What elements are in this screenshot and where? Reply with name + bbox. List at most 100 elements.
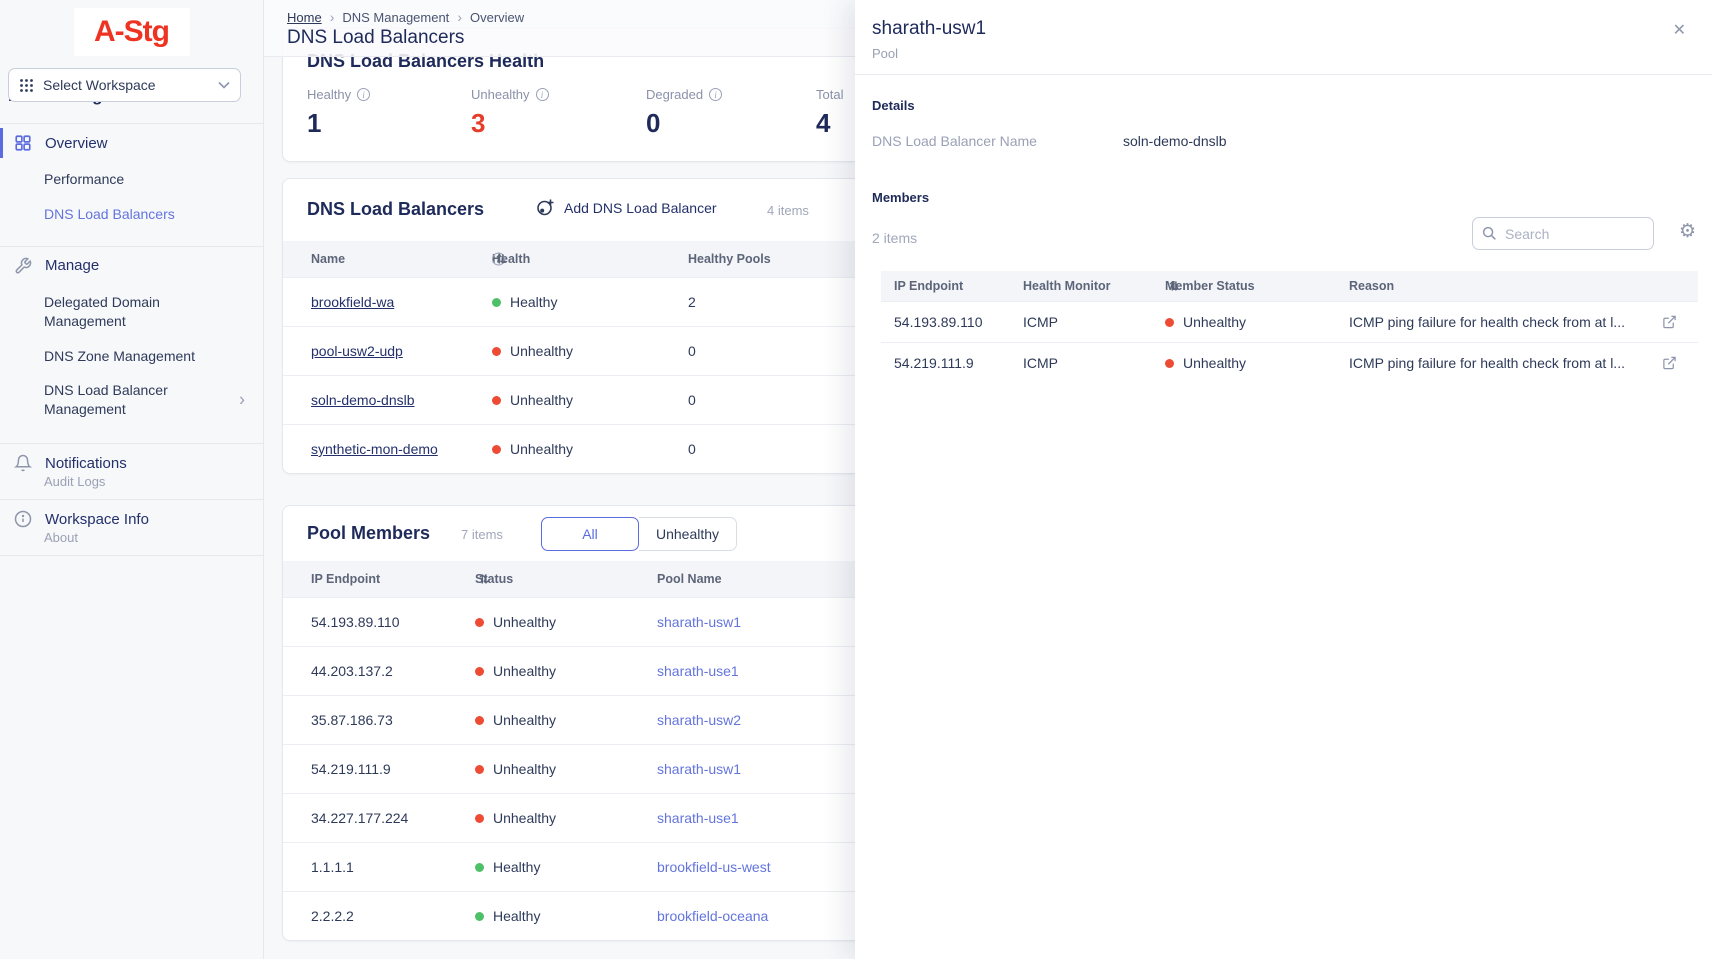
status-cell: Unhealthy: [1165, 355, 1246, 371]
status-dot: [475, 765, 484, 774]
sidebar: A-Stg Select Workspace DNS Management: [0, 0, 264, 959]
pool-detail-drawer: sharath-usw1 Pool ✕ Details DNS Load Bal…: [855, 0, 1712, 959]
breadcrumb-page[interactable]: Overview: [470, 10, 524, 25]
pool-name-link[interactable]: sharath-usw1: [657, 761, 741, 777]
sidebar-item-manage[interactable]: Manage: [0, 247, 263, 285]
sidebar-item-workspace-info-label: Workspace Info: [45, 511, 149, 528]
status-dot: [492, 445, 501, 454]
healthy-pools-value: 2: [688, 294, 696, 310]
status-dot: [492, 347, 501, 356]
details-heading: Details: [872, 98, 915, 113]
divider: [0, 555, 263, 556]
healthy-pools-value: 0: [688, 441, 696, 457]
status-cell: Unhealthy: [475, 663, 556, 679]
ip-endpoint: 1.1.1.1: [311, 859, 354, 875]
sidebar-item-lb-management[interactable]: DNS Load Balancer Management: [0, 373, 210, 427]
bell-icon: [14, 454, 32, 472]
members-search[interactable]: [1472, 217, 1654, 250]
lb-name-link[interactable]: pool-usw2-udp: [311, 343, 403, 359]
healthy-pools-value: 0: [688, 343, 696, 359]
wrench-icon: [14, 257, 32, 275]
ip-endpoint: 44.203.137.2: [311, 663, 393, 679]
lb-name-link[interactable]: soln-demo-dnslb: [311, 392, 415, 408]
lb-items-count: 4 items: [767, 203, 809, 218]
sidebar-item-delegated-domain[interactable]: Delegated Domain Management: [0, 285, 210, 339]
app-logo-text: A-Stg: [94, 15, 169, 49]
reason-text: ICMP ping failure for health check from …: [1349, 355, 1625, 371]
health-label: Unhealthy: [510, 343, 573, 359]
sidebar-item-dns-zone[interactable]: DNS Zone Management: [0, 339, 263, 374]
sidebar-item-manage-label: Manage: [45, 257, 99, 274]
close-icon[interactable]: ✕: [1673, 20, 1686, 40]
ip-endpoint: 2.2.2.2: [311, 908, 354, 924]
info-icon[interactable]: i: [357, 88, 370, 101]
sidebar-item-workspace-info[interactable]: Workspace Info: [0, 500, 263, 530]
info-icon[interactable]: i: [709, 88, 722, 101]
pool-name-link[interactable]: brookfield-us-west: [657, 859, 771, 875]
gear-icon[interactable]: ⚙: [1679, 220, 1696, 243]
sidebar-item-audit-logs[interactable]: Audit Logs: [0, 474, 263, 499]
health-monitor: ICMP: [1023, 355, 1058, 371]
status-label: Unhealthy: [1183, 314, 1246, 330]
status-label: Unhealthy: [493, 761, 556, 777]
pool-name-link[interactable]: sharath-use1: [657, 810, 739, 826]
health-cell: Healthy: [492, 294, 557, 310]
sort-icon[interactable]: ⇅: [479, 572, 489, 587]
sort-icon[interactable]: ⇅: [496, 252, 506, 267]
stat-degraded: Degraded i 0: [646, 87, 722, 139]
breadcrumb-home-link[interactable]: Home: [287, 10, 322, 25]
workspace-selector[interactable]: Select Workspace: [8, 68, 241, 102]
health-monitor: ICMP: [1023, 314, 1058, 330]
filter-all-button[interactable]: All: [541, 517, 639, 551]
status-label: Healthy: [493, 859, 540, 875]
sidebar-item-dns-load-balancers[interactable]: DNS Load Balancers: [0, 197, 263, 232]
stat-degraded-value: 0: [646, 108, 722, 139]
lb-name-link[interactable]: synthetic-mon-demo: [311, 441, 438, 457]
sidebar-item-notifications[interactable]: Notifications: [0, 444, 263, 474]
table-row: 54.193.89.110 ICMP Unhealthy ICMP ping f…: [881, 301, 1698, 342]
chevron-right-icon: ›: [457, 9, 462, 25]
external-link-icon[interactable]: [1662, 315, 1677, 330]
health-cell: Unhealthy: [492, 441, 573, 457]
stat-degraded-label: Degraded: [646, 87, 703, 102]
status-cell: Unhealthy: [475, 810, 556, 826]
reason-text: ICMP ping failure for health check from …: [1349, 314, 1625, 330]
pool-name-link[interactable]: brookfield-oceana: [657, 908, 768, 924]
ip-endpoint: 34.227.177.224: [311, 810, 408, 826]
status-label: Unhealthy: [493, 614, 556, 630]
pool-name-link[interactable]: sharath-usw1: [657, 614, 741, 630]
stat-healthy-value: 1: [307, 108, 370, 139]
detail-value: soln-demo-dnslb: [1123, 133, 1227, 149]
drawer-subtitle: Pool: [872, 46, 898, 61]
status-dot: [492, 298, 501, 307]
status-label: Unhealthy: [493, 810, 556, 826]
members-items-count: 2 items: [872, 230, 917, 246]
sidebar-item-overview-label: Overview: [45, 135, 108, 152]
status-label: Unhealthy: [493, 663, 556, 679]
ip-endpoint: 35.87.186.73: [311, 712, 393, 728]
pool-name-link[interactable]: sharath-usw2: [657, 712, 741, 728]
status-filter: All Unhealthy: [541, 517, 737, 551]
sidebar-item-notifications-label: Notifications: [45, 455, 127, 472]
sidebar-item-performance[interactable]: Performance: [0, 162, 263, 197]
chevron-down-icon: [218, 81, 230, 89]
breadcrumb-section[interactable]: DNS Management: [342, 10, 449, 25]
info-icon[interactable]: i: [536, 88, 549, 101]
stat-unhealthy-label: Unhealthy: [471, 87, 530, 102]
stat-total-value: 4: [816, 108, 843, 139]
sort-icon[interactable]: ⇅: [1169, 279, 1179, 294]
add-dns-load-balancer-button[interactable]: Add DNS Load Balancer: [536, 198, 717, 217]
search-input[interactable]: [1505, 226, 1635, 242]
external-link-icon[interactable]: [1662, 356, 1677, 371]
sidebar-item-overview[interactable]: Overview: [0, 124, 263, 162]
status-dot: [475, 667, 484, 676]
status-dot: [475, 912, 484, 921]
pool-name-link[interactable]: sharath-use1: [657, 663, 739, 679]
members-table-header: IP Endpoint Health Monitor Member Status…: [881, 271, 1698, 301]
filter-unhealthy-button[interactable]: Unhealthy: [639, 517, 737, 551]
ip-endpoint: 54.219.111.9: [894, 355, 974, 371]
app-logo[interactable]: A-Stg: [74, 8, 190, 56]
table-row: 54.219.111.9 ICMP Unhealthy ICMP ping fa…: [881, 342, 1698, 383]
sidebar-item-about[interactable]: About: [0, 530, 263, 555]
lb-name-link[interactable]: brookfield-wa: [311, 294, 394, 310]
